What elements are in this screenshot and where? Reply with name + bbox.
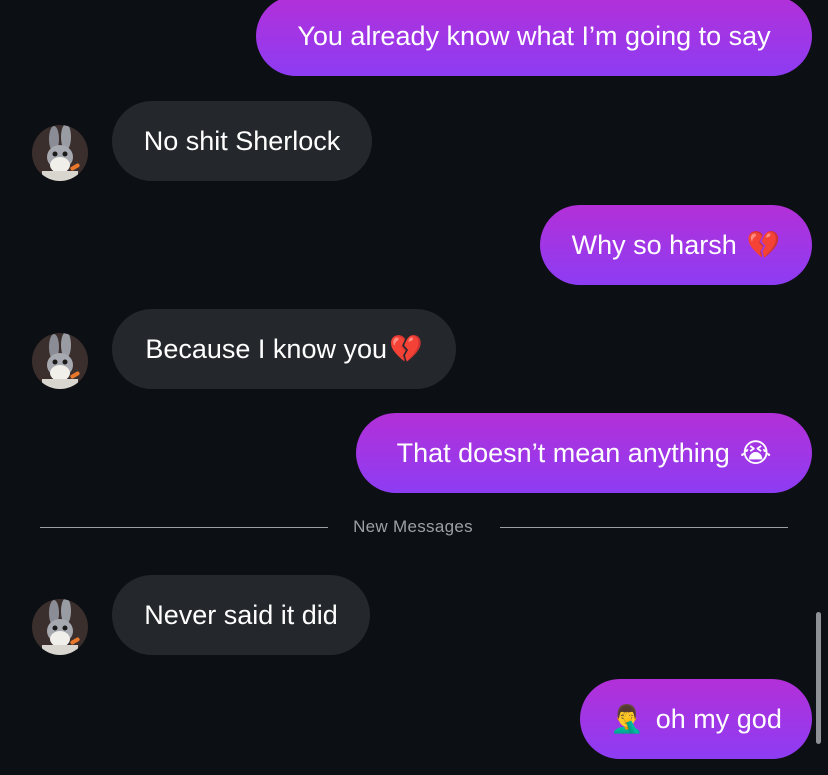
- avatar[interactable]: [32, 599, 88, 655]
- divider-line: [500, 527, 788, 528]
- message-text: oh my god: [655, 703, 782, 734]
- message-outgoing[interactable]: Why so harsh 💔: [540, 205, 812, 285]
- message-text: Never said it did: [144, 599, 338, 630]
- message-outgoing[interactable]: You already know what I’m going to say: [256, 0, 812, 76]
- avatar[interactable]: [32, 333, 88, 389]
- divider-label: New Messages: [353, 517, 473, 536]
- message-outgoing[interactable]: 🤦‍♂️ oh my god: [580, 679, 812, 759]
- bugs-bunny-avatar-icon: [32, 333, 88, 389]
- broken-heart-emoji: 💔: [746, 230, 781, 261]
- message-text: That doesn’t mean anything: [396, 437, 730, 468]
- scrollbar-thumb[interactable]: [816, 612, 821, 744]
- broken-heart-emoji: 💔: [389, 334, 423, 365]
- message-text: You already know what I’m going to say: [297, 20, 771, 51]
- message-text: Why so harsh: [571, 229, 737, 260]
- message-incoming[interactable]: Never said it did: [112, 575, 370, 655]
- message-text: Because I know you: [145, 333, 388, 364]
- bugs-bunny-avatar-icon: [32, 599, 88, 655]
- bugs-bunny-avatar-icon: [32, 125, 88, 181]
- new-messages-divider: New Messages: [40, 517, 788, 537]
- message-outgoing[interactable]: That doesn’t mean anything 😭: [356, 413, 812, 493]
- crying-face-emoji: 😭: [739, 437, 772, 469]
- avatar[interactable]: [32, 125, 88, 181]
- message-incoming[interactable]: No shit Sherlock: [112, 101, 372, 181]
- facepalm-emoji: 🤦‍♂️: [610, 704, 644, 735]
- message-incoming[interactable]: Because I know you 💔: [112, 309, 456, 389]
- message-text: No shit Sherlock: [143, 125, 341, 156]
- divider-line: [40, 527, 328, 528]
